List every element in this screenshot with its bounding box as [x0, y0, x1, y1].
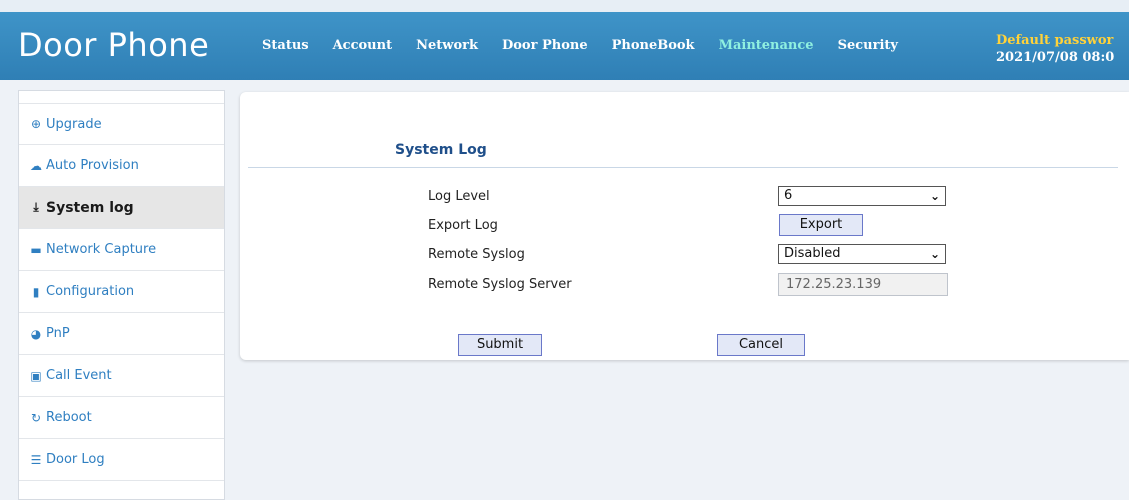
sidebar-item-reboot[interactable]: ↻ Reboot	[19, 397, 224, 439]
sidebar-item-label: Auto Provision	[46, 158, 139, 173]
log-level-label: Log Level	[428, 189, 490, 204]
upgrade-icon: ⊕	[30, 117, 42, 131]
nav-account[interactable]: Account	[321, 32, 405, 60]
nav-network[interactable]: Network	[404, 32, 490, 60]
remote-syslog-value: Disabled	[784, 246, 841, 261]
briefcase-icon: ▬	[30, 242, 42, 257]
system-log-panel: System Log Log Level 6 ⌄ Export Log Expo…	[240, 92, 1129, 360]
sidebar-item-upgrade[interactable]: ⊕ Upgrade	[19, 103, 224, 145]
sidebar-item-label: Network Capture	[46, 242, 157, 257]
section-divider	[248, 167, 1118, 168]
system-time: 2021/07/08 08:0	[996, 50, 1115, 65]
sidebar-item-label: PnP	[46, 326, 70, 341]
sidebar-item-pnp[interactable]: ◕ PnP	[19, 313, 224, 355]
sidebar-item-label: Upgrade	[46, 116, 102, 132]
cancel-button[interactable]: Cancel	[717, 334, 805, 356]
export-log-label: Export Log	[428, 218, 498, 233]
default-password-warning[interactable]: Default passwor	[996, 32, 1114, 49]
brand-title: Door Phone	[18, 26, 210, 64]
cloud-icon: ☁	[30, 158, 42, 173]
sidebar-item-call-event[interactable]: ▣ Call Event	[19, 355, 224, 397]
section-title: System Log	[395, 142, 487, 158]
sidebar-item-label: Call Event	[46, 368, 112, 383]
submit-button[interactable]: Submit	[458, 334, 542, 356]
top-header: Door Phone Status Account Network Door P…	[0, 0, 1129, 80]
list-icon: ☰	[30, 452, 42, 467]
chevron-down-icon: ⌄	[929, 189, 940, 203]
sidebar-item-network-capture[interactable]: ▬ Network Capture	[19, 229, 224, 271]
log-level-select[interactable]: 6 ⌄	[778, 186, 946, 206]
sidebar-item-label: Reboot	[46, 410, 92, 425]
sidebar-item-label: Door Log	[46, 452, 105, 467]
nav-security[interactable]: Security	[826, 32, 910, 60]
sidebar-item-label: System log	[46, 199, 134, 216]
log-level-value: 6	[784, 188, 793, 203]
sidebar-item-auto-provision[interactable]: ☁ Auto Provision	[19, 145, 224, 187]
sidebar-item-label: Configuration	[46, 284, 135, 299]
chevron-down-icon: ⌄	[929, 247, 940, 261]
nav-maintenance[interactable]: Maintenance	[707, 32, 826, 60]
remote-syslog-select[interactable]: Disabled ⌄	[778, 244, 946, 264]
sidebar-item-door-log[interactable]: ☰ Door Log	[19, 439, 224, 481]
remote-server-input[interactable]: 172.25.23.139	[778, 273, 948, 296]
nav-status[interactable]: Status	[250, 32, 321, 60]
sidebar-item-system-log[interactable]: ⤓ System log	[19, 187, 224, 229]
remote-server-label: Remote Syslog Server	[428, 277, 572, 292]
sidebar: ⊕ Upgrade ☁ Auto Provision ⤓ System log …	[18, 90, 225, 500]
main-nav: Status Account Network Door Phone PhoneB…	[250, 32, 910, 60]
file-icon: ▮	[32, 284, 40, 299]
export-button[interactable]: Export	[779, 214, 863, 236]
globe-icon: ◕	[30, 326, 42, 341]
header-status: Default passwor 2021/07/08 08:0	[996, 32, 1114, 66]
download-icon: ⤓	[33, 200, 39, 214]
image-icon: ▣	[30, 368, 42, 383]
nav-door-phone[interactable]: Door Phone	[490, 32, 600, 60]
remote-syslog-label: Remote Syslog	[428, 247, 525, 262]
nav-phonebook[interactable]: PhoneBook	[600, 32, 707, 60]
sidebar-item-configuration[interactable]: ▮ Configuration	[19, 271, 224, 313]
refresh-icon: ↻	[30, 410, 42, 425]
